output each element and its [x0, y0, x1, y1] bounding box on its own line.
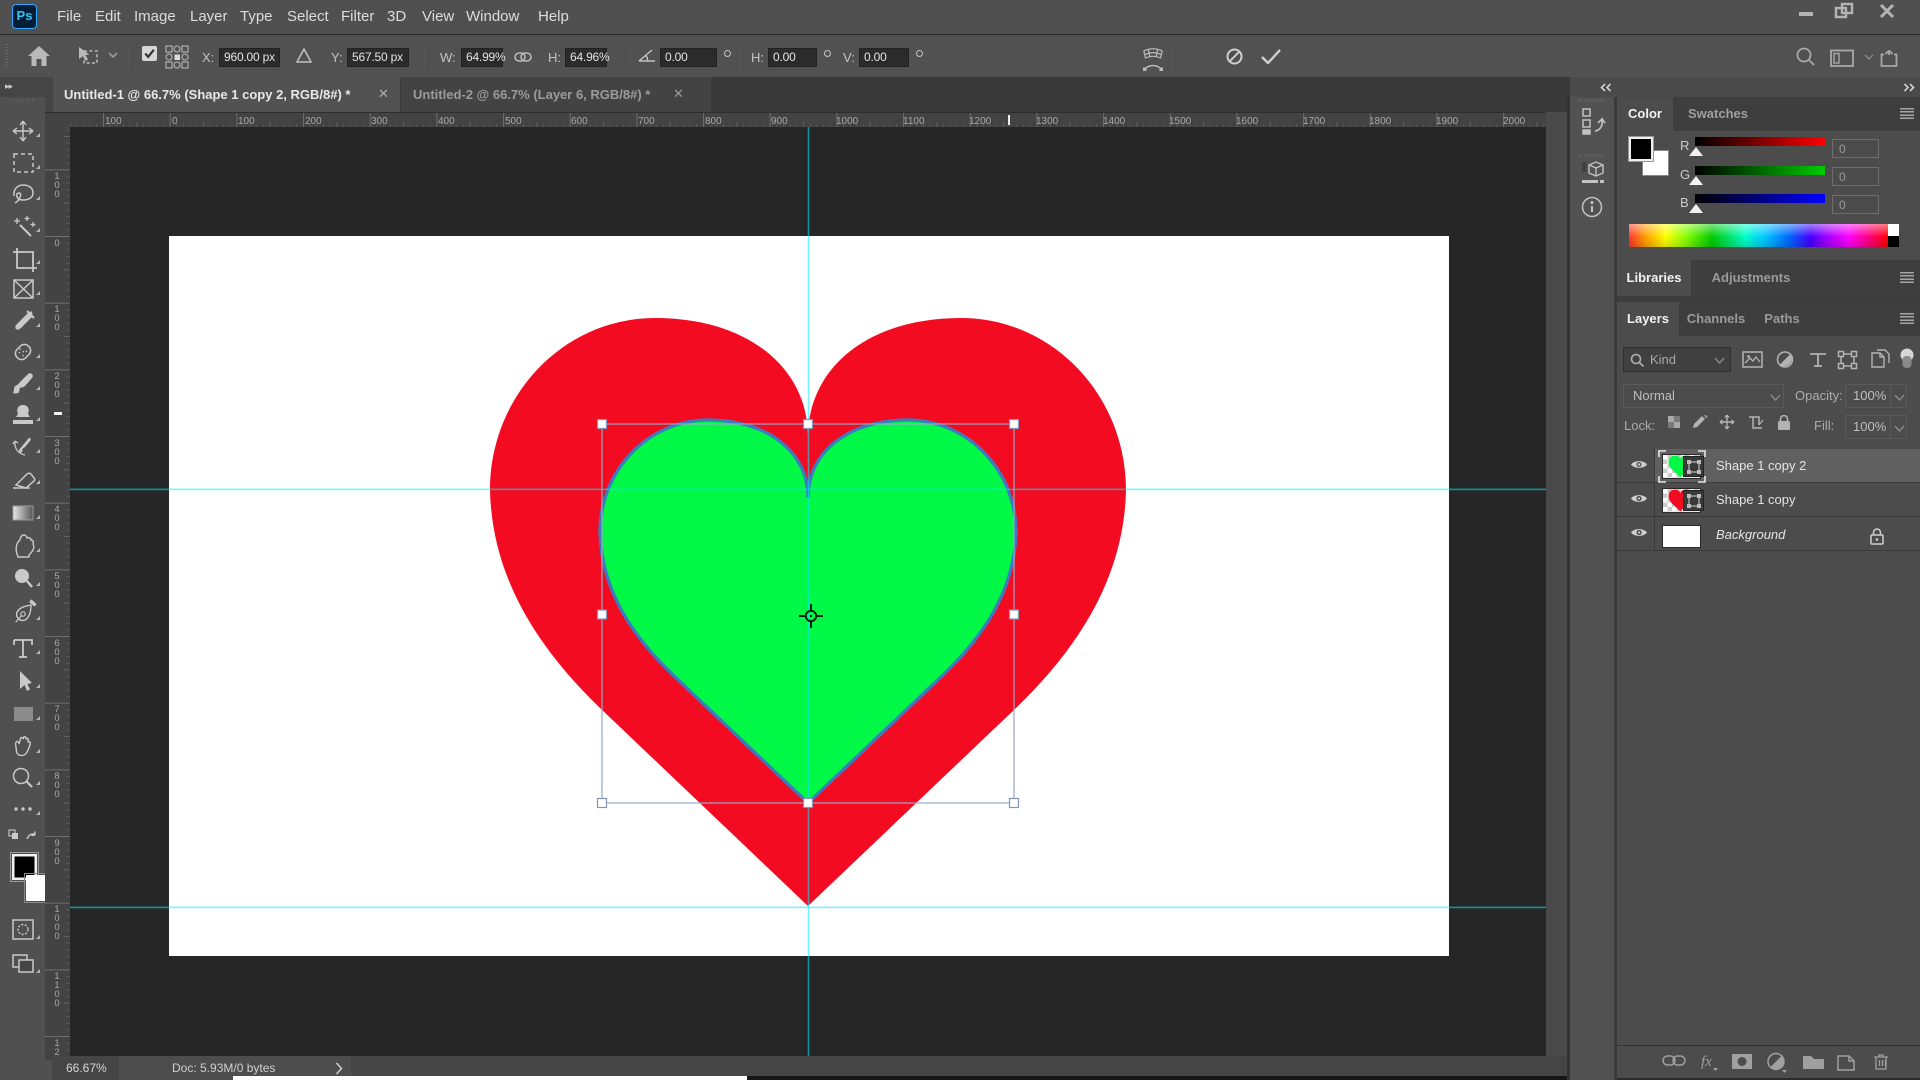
svg-text:800: 800	[54, 771, 59, 800]
svg-text:120: 120	[54, 1038, 59, 1056]
svg-text:100: 100	[238, 116, 255, 127]
svg-text:500: 500	[505, 116, 522, 127]
svg-text:1000: 1000	[54, 904, 59, 942]
svg-text:1400: 1400	[1103, 116, 1126, 127]
svg-text:0: 0	[54, 238, 59, 249]
svg-text:600: 600	[54, 638, 59, 667]
svg-text:900: 900	[771, 116, 788, 127]
svg-text:0: 0	[172, 116, 178, 127]
svg-text:900: 900	[54, 838, 59, 867]
svg-text:1000: 1000	[836, 116, 859, 127]
svg-text:700: 700	[638, 116, 655, 127]
svg-text:1200: 1200	[969, 116, 992, 127]
svg-text:1500: 1500	[1169, 116, 1192, 127]
svg-text:200: 200	[305, 116, 322, 127]
svg-text:700: 700	[54, 704, 59, 733]
svg-text:100: 100	[54, 171, 59, 200]
svg-text:1100: 1100	[54, 971, 59, 1009]
svg-text:300: 300	[371, 116, 388, 127]
svg-text:2000: 2000	[1503, 116, 1526, 127]
svg-text:1700: 1700	[1303, 116, 1326, 127]
svg-text:1300: 1300	[1036, 116, 1059, 127]
svg-text:1100: 1100	[903, 116, 925, 127]
svg-text:400: 400	[438, 116, 455, 127]
svg-text:400: 400	[54, 504, 59, 533]
svg-text:1800: 1800	[1369, 116, 1392, 127]
svg-text:100: 100	[105, 116, 122, 127]
svg-text:1900: 1900	[1436, 116, 1459, 127]
svg-text:1600: 1600	[1236, 116, 1259, 127]
svg-text:200: 200	[54, 371, 59, 400]
svg-text:300: 300	[54, 438, 59, 467]
svg-text:fx: fx	[1701, 1054, 1712, 1070]
svg-text:800: 800	[705, 116, 722, 127]
svg-text:100: 100	[54, 304, 59, 333]
svg-text:600: 600	[571, 116, 588, 127]
svg-text:500: 500	[54, 571, 59, 600]
